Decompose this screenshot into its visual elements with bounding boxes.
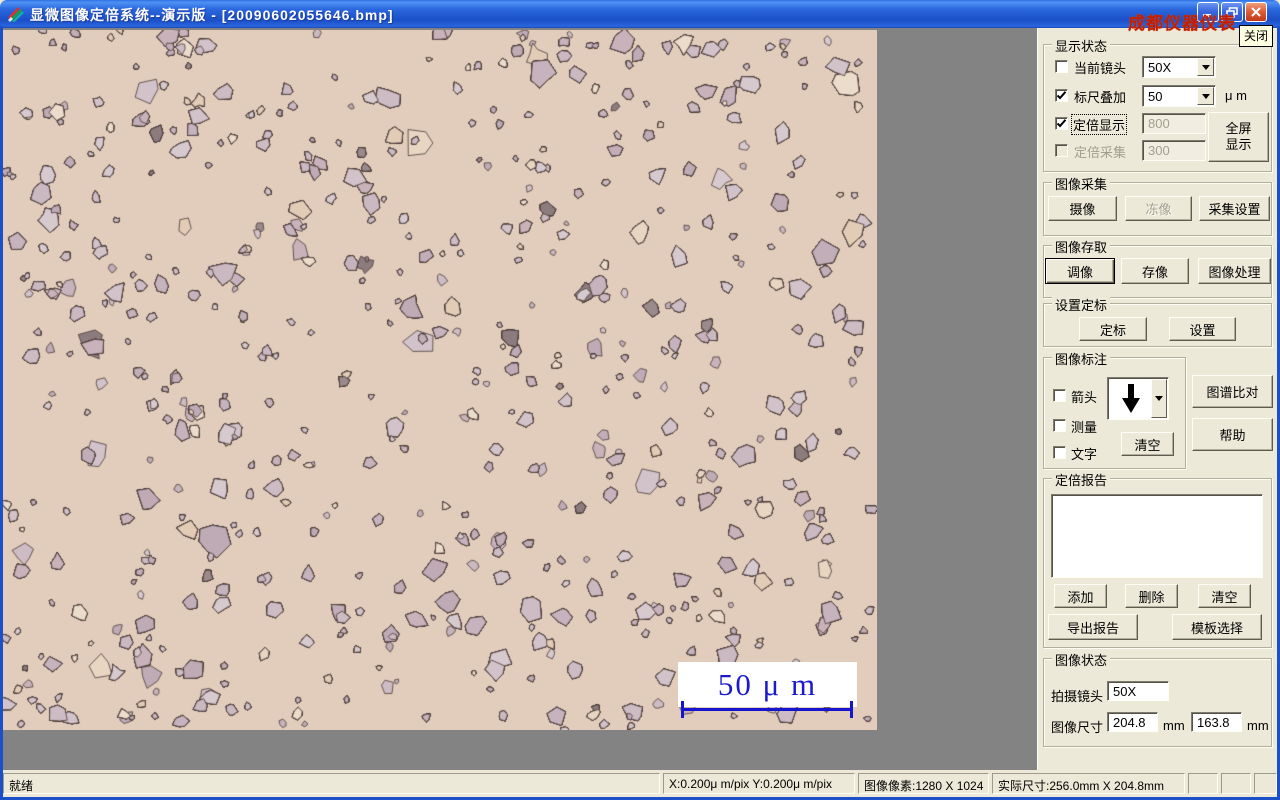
current-lens-value: 50X: [1148, 60, 1172, 75]
load-image-button[interactable]: 调像: [1045, 258, 1115, 284]
image-width-input[interactable]: 204.8: [1107, 712, 1158, 732]
scalebar: 50 μ m: [678, 662, 857, 707]
fixed-capture-label: 定倍采集: [1074, 145, 1127, 160]
fixed-display-label: 定倍显示: [1070, 114, 1128, 135]
ruler-unit-label: μ m: [1225, 88, 1247, 103]
chevron-down-icon[interactable]: [1151, 379, 1167, 418]
statusbar-cell-empty: [1221, 773, 1251, 794]
capture-button[interactable]: 摄像: [1048, 196, 1117, 221]
statusbar-pixel-scale: X:0.200μ m/pix Y:0.200μ m/pix: [663, 773, 855, 794]
ruler-overlay-label: 标尺叠加: [1074, 90, 1127, 105]
calibration-title: 设置定标: [1052, 295, 1111, 314]
micrograph-canvas[interactable]: [3, 30, 877, 730]
export-report-button[interactable]: 导出报告: [1048, 614, 1138, 640]
down-arrow-icon: [1121, 383, 1140, 413]
chevron-down-icon[interactable]: [1197, 58, 1214, 76]
image-capture-title: 图像采集: [1052, 174, 1111, 193]
atlas-compare-button[interactable]: 图谱比对: [1192, 375, 1273, 408]
chevron-down-icon[interactable]: [1197, 87, 1214, 105]
display-status-title: 显示状态: [1052, 36, 1111, 55]
image-height-input[interactable]: 163.8: [1191, 712, 1242, 732]
scalebar-tick-right: [850, 701, 853, 718]
calibrate-button[interactable]: 定标: [1079, 317, 1147, 341]
image-width-unit: mm: [1163, 718, 1185, 733]
image-size-label: 图像尺寸: [1051, 720, 1104, 735]
clear-annotation-button[interactable]: 清空: [1121, 432, 1174, 456]
image-process-button[interactable]: 图像处理: [1198, 258, 1271, 284]
report-listbox[interactable]: [1051, 494, 1263, 578]
measure-checkbox[interactable]: [1053, 419, 1066, 432]
fullscreen-button[interactable]: 全屏 显示: [1208, 112, 1269, 162]
current-lens-label: 当前镜头: [1074, 61, 1127, 76]
capture-settings-button[interactable]: 采集设置: [1199, 196, 1270, 221]
fixed-capture-input: 300: [1142, 140, 1206, 161]
calibration-group: 设置定标: [1043, 295, 1272, 347]
current-lens-checkbox[interactable]: [1055, 60, 1068, 73]
freeze-button: 冻像: [1125, 196, 1192, 221]
image-status-title: 图像状态: [1052, 650, 1111, 669]
ruler-value-select[interactable]: 50: [1142, 85, 1216, 107]
report-title: 定倍报告: [1052, 470, 1111, 489]
report-add-button[interactable]: 添加: [1054, 584, 1107, 608]
ruler-overlay-checkbox[interactable]: [1055, 89, 1068, 102]
close-tooltip: 关闭: [1239, 25, 1274, 47]
app-icon: [7, 6, 25, 23]
current-lens-select[interactable]: 50X: [1142, 56, 1216, 78]
image-storage-title: 图像存取: [1052, 237, 1111, 256]
help-button[interactable]: 帮助: [1192, 418, 1273, 451]
scalebar-line: [681, 701, 853, 718]
app-window: 显微图像定倍系统--演示版 - [20090602055646.bmp] 成都仪…: [0, 0, 1280, 800]
arrow-style-select[interactable]: [1107, 377, 1169, 420]
window-border-left: [0, 26, 3, 800]
arrow-style-preview: [1109, 379, 1152, 418]
calibration-settings-button[interactable]: 设置: [1169, 317, 1236, 341]
check-icon: [1056, 91, 1067, 100]
scalebar-tick-left: [681, 701, 684, 718]
ruler-value: 50: [1148, 89, 1163, 104]
fixed-display-checkbox[interactable]: [1055, 117, 1068, 130]
fullscreen-label-line1: 全屏: [1225, 121, 1252, 136]
window-title: 显微图像定倍系统--演示版 - [20090602055646.bmp]: [30, 7, 394, 23]
titlebar[interactable]: 显微图像定倍系统--演示版 - [20090602055646.bmp] 成都仪…: [0, 0, 1280, 33]
save-image-button[interactable]: 存像: [1121, 258, 1189, 284]
arrow-label: 箭头: [1071, 390, 1098, 405]
text-label: 文字: [1071, 447, 1098, 462]
image-height-unit: mm: [1247, 718, 1269, 733]
statusbar: 就绪 X:0.200μ m/pix Y:0.200μ m/pix 图像像素:12…: [3, 770, 1277, 797]
close-icon: [1251, 7, 1261, 17]
report-clear-button[interactable]: 清空: [1198, 584, 1251, 608]
statusbar-cell-empty: [1188, 773, 1218, 794]
fixed-display-input: 800: [1142, 113, 1206, 134]
image-viewport: 50 μ m: [3, 28, 1037, 770]
annotation-title: 图像标注: [1052, 349, 1111, 368]
statusbar-cell-empty: [1254, 773, 1277, 794]
text-checkbox[interactable]: [1053, 446, 1066, 459]
statusbar-actual-size: 实际尺寸:256.0mm X 204.8mm: [992, 773, 1185, 794]
scalebar-label: 50 μ m: [717, 666, 818, 702]
vendor-watermark: 成都仪器仪表: [1128, 14, 1236, 33]
report-delete-button[interactable]: 删除: [1125, 584, 1178, 608]
fullscreen-label-line2: 显示: [1225, 137, 1252, 152]
measure-label: 测量: [1071, 420, 1098, 435]
template-select-button[interactable]: 模板选择: [1172, 614, 1262, 640]
control-panel: 显示状态 当前镜头 50X 标尺叠加 50 μ m 定倍显示 800 定倍采集 …: [1037, 28, 1277, 770]
shoot-lens-input[interactable]: 50X: [1107, 681, 1169, 701]
statusbar-image-pixels: 图像像素:1280 X 1024: [858, 773, 989, 794]
close-button[interactable]: [1245, 2, 1267, 22]
check-icon: [1056, 119, 1067, 128]
shoot-lens-label: 拍摄镜头: [1051, 689, 1104, 704]
micrograph[interactable]: 50 μ m: [3, 30, 877, 730]
statusbar-ready: 就绪: [3, 773, 660, 794]
fixed-capture-checkbox: [1055, 144, 1068, 157]
arrow-checkbox[interactable]: [1053, 389, 1066, 402]
